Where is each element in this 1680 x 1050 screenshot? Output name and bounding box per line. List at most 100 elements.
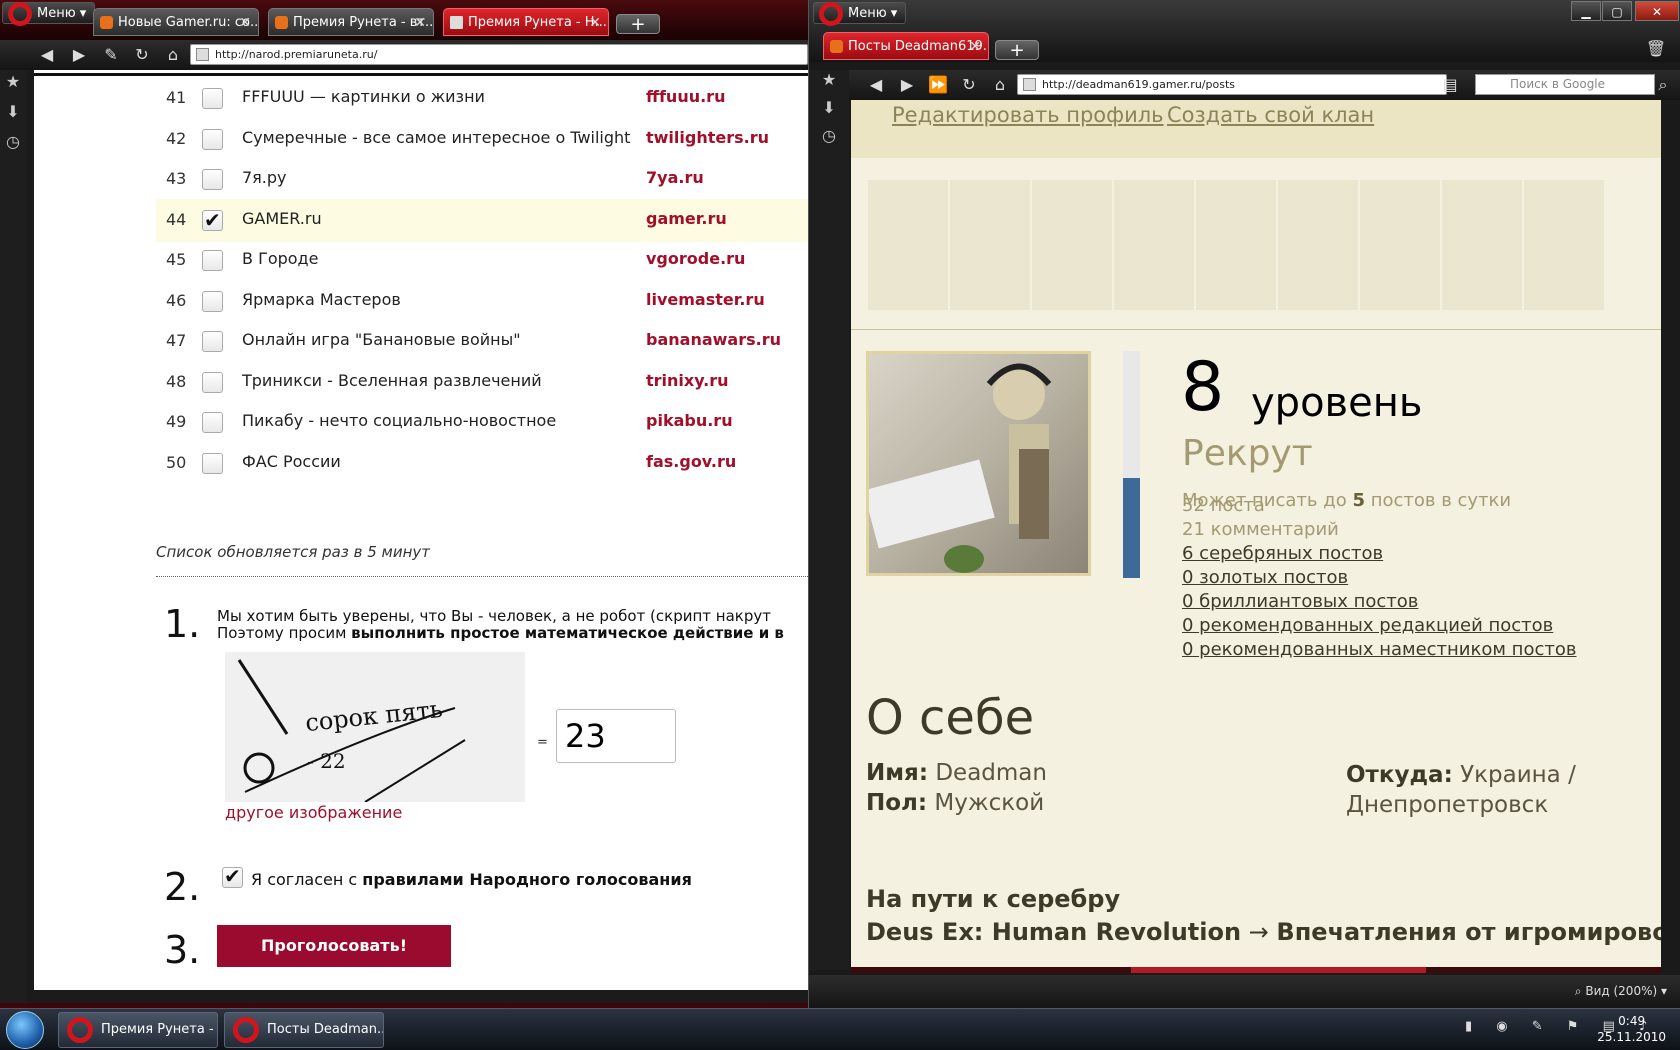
right-url: http://deadman619.gamer.ru/posts — [1042, 78, 1235, 91]
task-label: Посты Deadman... — [267, 1022, 384, 1037]
nominee-checkbox[interactable] — [202, 88, 223, 109]
clock[interactable]: 0:49 25.11.2010 — [1597, 1013, 1666, 1045]
forward-icon[interactable]: ▶ — [68, 44, 90, 66]
home-icon[interactable]: ⌂ — [989, 74, 1011, 96]
opera-menu-button[interactable]: Меню ▾ — [813, 2, 907, 26]
thumbnail-slot[interactable] — [1032, 180, 1112, 310]
thumbnail-slot[interactable] — [1278, 180, 1358, 310]
right-address-field[interactable]: http://deadman619.gamer.ru/posts — [1017, 74, 1447, 95]
nominee-checkbox[interactable] — [202, 412, 223, 433]
tab-gamer-news[interactable]: Новые Gamer.ru: со... ✕ — [93, 8, 259, 36]
downloads-icon[interactable]: ⬇ — [819, 98, 839, 118]
zoom-control[interactable]: ⌕ Вид (200%) ▾ — [1575, 984, 1667, 999]
home-icon[interactable]: ⌂ — [162, 44, 184, 66]
thumbnail-slot[interactable] — [950, 180, 1030, 310]
nominee-checkbox[interactable] — [202, 291, 223, 312]
location-field: Откуда: Украина / Днепропетровск — [1346, 760, 1576, 820]
vote-button[interactable]: Проголосовать! — [217, 925, 451, 967]
other-image-link[interactable]: другое изображение — [225, 803, 402, 822]
nominee-site-link[interactable]: vgorode.ru — [646, 249, 745, 268]
step-3-number: 3. — [164, 928, 201, 972]
nominee-site-link[interactable]: fas.gov.ru — [646, 452, 736, 471]
thumbnail-slot[interactable] — [1442, 180, 1522, 310]
tab-deadman-posts[interactable]: Посты Deadman619... ✕ — [823, 32, 989, 60]
close-tab-icon[interactable]: ✕ — [414, 9, 426, 35]
post-game-link[interactable]: Deus Ex: Human Revolution — [866, 918, 1241, 946]
minimize-button[interactable]: ▁ — [1571, 1, 1601, 21]
zoom-label: Вид (200%) — [1585, 984, 1658, 998]
maximize-button[interactable]: ▢ — [1602, 1, 1632, 21]
profile-stat[interactable]: 0 рекомендованных наместником постов — [1182, 639, 1576, 660]
post-title-link[interactable]: Впечатления от игромирово — [1276, 918, 1661, 946]
thumbnail-slot[interactable] — [1524, 180, 1604, 310]
agree-checkbox[interactable] — [222, 864, 243, 888]
reload-icon[interactable]: ↻ — [131, 44, 153, 66]
reload-icon[interactable]: ↻ — [958, 74, 980, 96]
nominee-site-link[interactable]: pikabu.ru — [646, 411, 733, 430]
thumbnail-slot[interactable] — [868, 180, 948, 310]
bookmarks-star-icon[interactable]: ★ — [3, 72, 23, 92]
tab-label: Посты Deadman619... — [848, 39, 989, 54]
close-tab-icon[interactable]: ✕ — [239, 9, 251, 35]
edit-profile-link[interactable]: Редактировать профиль — [892, 103, 1164, 127]
close-tab-icon[interactable]: ✕ — [969, 33, 981, 59]
clock-time: 0:49 — [1618, 1014, 1646, 1028]
nominee-title: Онлайн игра "Банановые войны" — [242, 330, 521, 349]
thumbnail-slot[interactable] — [1360, 180, 1440, 310]
nominee-site-link[interactable]: fffuuu.ru — [646, 87, 725, 106]
create-clan-link[interactable]: Создать свой клан — [1167, 103, 1374, 127]
tab-premia-1[interactable]: Премия Рунета - вт... ✕ — [268, 8, 434, 36]
trash-icon[interactable]: 🗑 — [1645, 38, 1667, 60]
nominee-checkbox[interactable] — [202, 372, 223, 393]
new-tab-button[interactable]: + — [616, 14, 660, 34]
left-address-field[interactable]: http://narod.premiaruneta.ru/ — [190, 44, 808, 65]
nominee-site-link[interactable]: livemaster.ru — [646, 290, 765, 309]
edit-icon[interactable]: ✎ — [100, 44, 122, 66]
back-icon[interactable]: ◀ — [865, 74, 887, 96]
close-tab-icon[interactable]: ✕ — [589, 9, 601, 35]
scrollbar-thumb[interactable] — [1131, 967, 1426, 973]
downloads-icon[interactable]: ⬇ — [3, 102, 23, 122]
forward-icon[interactable]: ▶ — [896, 74, 918, 96]
horizontal-scrollbar[interactable] — [851, 967, 1661, 973]
captcha-answer-input[interactable]: 23 — [556, 709, 676, 763]
rules-link[interactable]: правилами Народного голосования — [362, 870, 692, 889]
taskbar-item-deadman[interactable]: Посты Deadman... — [224, 1012, 384, 1048]
nominee-site-link[interactable]: trinixy.ru — [646, 371, 729, 390]
nominee-checkbox[interactable] — [202, 250, 223, 271]
history-clock-icon[interactable]: ◷ — [819, 126, 839, 146]
google-search-input[interactable]: Поиск в Google — [1475, 74, 1655, 95]
nominee-checkbox[interactable] — [202, 331, 223, 352]
post-limit-number: 5 — [1352, 490, 1365, 511]
location-value-1: Украина / — [1460, 762, 1576, 788]
profile-stat[interactable]: 0 золотых постов — [1182, 567, 1348, 588]
tab-premia-active[interactable]: Премия Рунета - Н... ✕ — [443, 8, 609, 36]
nominee-checkbox[interactable] — [202, 169, 223, 190]
close-window-button[interactable]: ✕ — [1635, 1, 1679, 21]
search-icon[interactable]: ⌕ — [1652, 74, 1674, 96]
nominee-site-link[interactable]: twilighters.ru — [646, 128, 769, 147]
profile-stat[interactable]: 0 бриллиантовых постов — [1182, 591, 1418, 612]
taskbar-item-premia[interactable]: Премия Рунета - ... — [58, 1012, 218, 1048]
nominee-site-link[interactable]: 7ya.ru — [646, 168, 704, 187]
nominee-checkbox[interactable] — [202, 208, 223, 232]
back-icon[interactable]: ◀ — [36, 44, 58, 66]
history-clock-icon[interactable]: ◷ — [3, 132, 23, 152]
thumbnail-slot[interactable] — [1196, 180, 1276, 310]
profile-stat[interactable]: 6 серебряных постов — [1182, 543, 1383, 564]
nominee-checkbox[interactable] — [202, 453, 223, 474]
profile-stat[interactable]: 0 рекомендованных редакцией постов — [1182, 615, 1553, 636]
nominee-number: 43 — [166, 169, 187, 188]
thumbnail-slot[interactable] — [1114, 180, 1194, 310]
update-note: Список обновляется раз в 5 минут — [156, 543, 431, 561]
bookmarks-star-icon[interactable]: ★ — [819, 70, 839, 90]
nominee-site-link[interactable]: bananawars.ru — [646, 330, 781, 349]
new-tab-button[interactable]: + — [995, 40, 1039, 60]
nominee-site-link[interactable]: gamer.ru — [646, 209, 727, 228]
start-button[interactable] — [6, 1011, 44, 1049]
opera-menu-button[interactable]: Меню ▾ — [2, 2, 96, 26]
nominee-checkbox[interactable] — [202, 129, 223, 150]
rss-icon[interactable]: ▤ — [1439, 74, 1461, 96]
post-title-line[interactable]: Deus Ex: Human Revolution → Впечатления … — [866, 918, 1661, 946]
fast-forward-icon[interactable]: ⏩ — [927, 74, 949, 96]
